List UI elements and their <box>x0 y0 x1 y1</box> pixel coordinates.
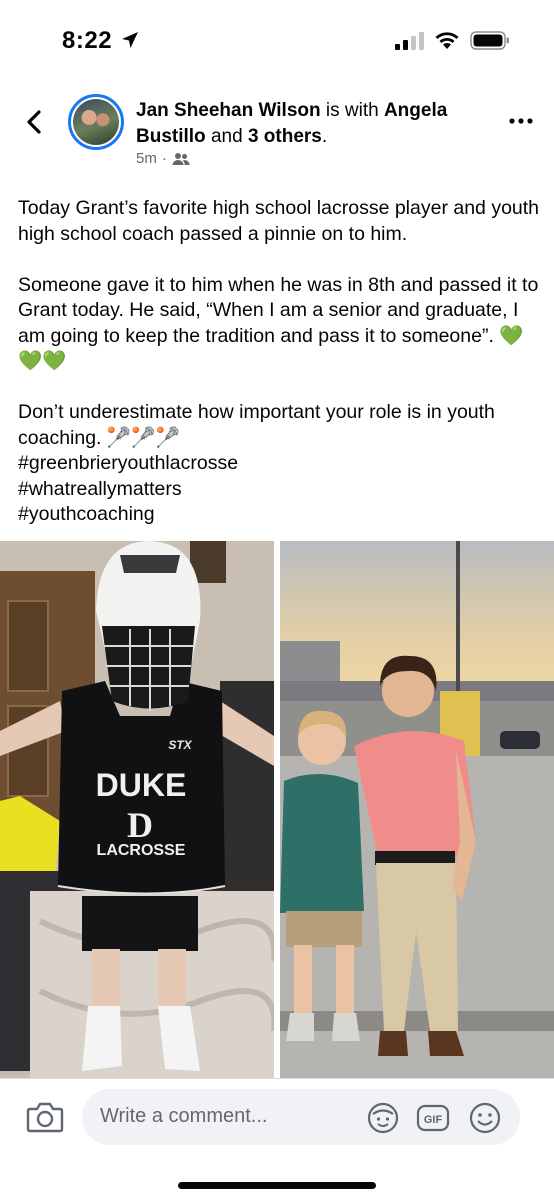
author-avatar[interactable] <box>68 94 124 150</box>
photo-lacrosse-pinnie[interactable]: STX DUKE D LACROSSE <box>0 541 274 1078</box>
post-paragraph: Someone gave it to him when he was in 8t… <box>18 273 539 373</box>
hashtag-list: #greenbrieryouthlacrosse #whatreallymatt… <box>18 451 543 528</box>
jersey-logo: D <box>127 805 153 845</box>
more-options-icon[interactable] <box>508 116 534 126</box>
wifi-icon <box>435 32 459 49</box>
gif-icon[interactable]: GIF <box>416 1103 450 1133</box>
camera-icon[interactable] <box>26 1101 64 1133</box>
photo-two-players-art <box>280 541 554 1078</box>
post-meta: 5m · <box>136 150 190 167</box>
home-indicator[interactable] <box>178 1182 376 1189</box>
with-text: is with <box>320 100 384 121</box>
gif-label: GIF <box>424 1114 443 1126</box>
hashtag-link[interactable]: #greenbrieryouthlacrosse <box>18 451 543 477</box>
tagged-others-link[interactable]: 3 others <box>248 126 322 147</box>
comment-input[interactable]: Write a comment... GIF <box>82 1089 520 1145</box>
photo-lacrosse-pinnie-art: STX DUKE D LACROSSE <box>0 541 274 1078</box>
photo-two-players[interactable] <box>280 541 554 1078</box>
post-text: Today Grant’s favorite high school lacro… <box>18 196 543 528</box>
meta-separator: · <box>161 150 167 167</box>
post-attribution: Jan Sheehan Wilson is with Angela Bustil… <box>136 98 496 150</box>
hashtag-link[interactable]: #youthcoaching <box>18 502 543 528</box>
post-paragraph: Today Grant’s favorite high school lacro… <box>18 197 540 245</box>
comment-placeholder: Write a comment... <box>100 1105 268 1127</box>
battery-icon <box>470 31 509 50</box>
helmet-brand-text: STX <box>168 738 192 752</box>
location-arrow-icon <box>122 32 138 48</box>
cellular-signal-icon <box>395 32 424 50</box>
back-arrow-icon[interactable] <box>20 106 48 138</box>
status-bar: 8:22 <box>0 0 554 84</box>
post-header: Jan Sheehan Wilson is with Angela Bustil… <box>0 86 554 174</box>
emoji-icon[interactable] <box>468 1101 502 1135</box>
post-timestamp[interactable]: 5m <box>136 150 157 167</box>
period-text: . <box>321 126 328 147</box>
avatar-photo <box>73 99 119 145</box>
status-time: 8:22 <box>62 27 113 54</box>
hashtag-link[interactable]: #whatreallymatters <box>18 477 543 503</box>
author-name[interactable]: Jan Sheehan Wilson <box>136 100 321 121</box>
jersey-line-1: DUKE <box>96 767 187 803</box>
jersey-line-2: LACROSSE <box>97 842 186 859</box>
and-text: and <box>205 126 248 147</box>
post-paragraph: Don’t underestimate how important your r… <box>18 400 543 528</box>
post-line: Don’t underestimate how important your r… <box>18 401 495 449</box>
friends-icon[interactable] <box>172 152 190 166</box>
avatar-sticker-icon[interactable] <box>366 1101 400 1135</box>
